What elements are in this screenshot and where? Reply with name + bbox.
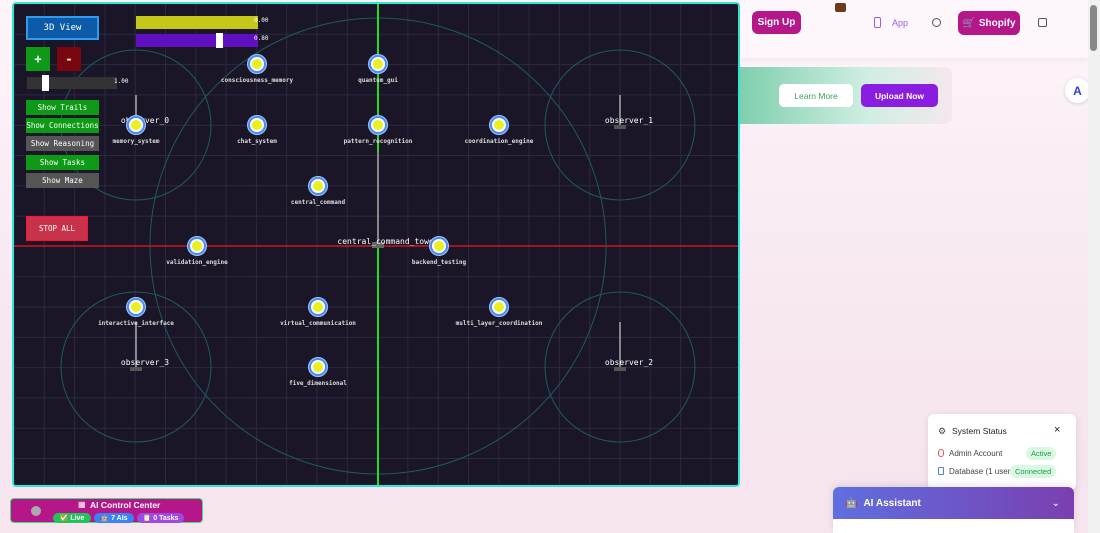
- toggle-show-reasoning[interactable]: Show Reasoning: [26, 136, 99, 152]
- stop-all-button[interactable]: STOP ALL: [26, 216, 88, 241]
- ai-control-center-bar[interactable]: ▦ AI Control Center ✅ Live 🤖 7 AIs 📋 0 T…: [10, 498, 203, 523]
- upload-now-button[interactable]: Upload Now: [861, 84, 938, 107]
- search-icon[interactable]: [932, 18, 941, 27]
- agent-label: chat_system: [237, 138, 277, 145]
- agent-label: interactive_interface: [98, 320, 174, 327]
- status-dot: [31, 506, 41, 516]
- tower-label: central_command_tower: [337, 237, 438, 246]
- shopify-label: Shopify: [978, 17, 1016, 29]
- agent-label: five_dimensional: [289, 380, 347, 387]
- slider-yellow-value: 0.00: [254, 17, 269, 24]
- agent-label: virtual_communication: [280, 320, 356, 327]
- agent-label: multi_layer_coordination: [456, 320, 543, 327]
- ai-assistant-header[interactable]: 🤖 AI Assistant ⌄: [833, 487, 1074, 519]
- toggle-show-connections[interactable]: Show Connections: [26, 118, 99, 134]
- hero-banner: Learn More Upload Now: [740, 67, 952, 124]
- observer-base: [614, 367, 626, 371]
- site-header: Sign Up App 🛒 Shopify: [740, 0, 1088, 58]
- gear-icon: ⚙: [938, 426, 947, 436]
- agent-node-core: [373, 120, 383, 130]
- slider-purple-thumb[interactable]: [215, 33, 223, 48]
- agent-node-core: [434, 241, 444, 251]
- live-badge: ✅ Live: [53, 513, 91, 523]
- agent-node-core: [373, 59, 383, 69]
- agent-node-core: [494, 302, 504, 312]
- observer-label: observer_1: [605, 116, 653, 125]
- agent-node-core: [313, 362, 323, 372]
- scene-svg: observer_0 observer_1observer_2observer_3…: [14, 4, 738, 485]
- zoom-in-button[interactable]: +: [26, 47, 50, 71]
- learn-more-button[interactable]: Learn More: [779, 84, 853, 107]
- observer-base: [130, 367, 142, 371]
- cart-icon: 🛒: [962, 17, 975, 29]
- zoom-slider[interactable]: [27, 75, 117, 91]
- agent-label: coordination_engine: [465, 138, 534, 145]
- agent-label: memory_system: [113, 138, 160, 145]
- status-row-label: Admin Account: [949, 449, 1003, 458]
- zoom-out-button[interactable]: -: [57, 47, 81, 71]
- system-status-panel: ⚙ System Status × Admin Account Active D…: [928, 414, 1076, 490]
- tasks-label: 0 Tasks: [153, 514, 179, 522]
- status-badge: Active: [1026, 447, 1057, 460]
- observer-label: observer_3: [121, 358, 169, 367]
- scrollbar-thumb[interactable]: [1090, 5, 1097, 51]
- app-link[interactable]: App: [892, 18, 908, 28]
- toggle-show-tasks[interactable]: Show Tasks: [26, 154, 99, 170]
- slider-purple[interactable]: [136, 33, 258, 48]
- chevron-down-icon[interactable]: ⌄: [1052, 498, 1060, 509]
- phone-icon[interactable]: [874, 17, 881, 28]
- sign-up-button[interactable]: Sign Up: [752, 11, 801, 34]
- slider-purple-value: 0.80: [254, 35, 269, 42]
- agent-label: validation_engine: [166, 259, 228, 266]
- agent-label: central_command: [291, 199, 346, 206]
- toggle-show-maze[interactable]: Show Maze: [26, 172, 99, 188]
- agent-node-core: [252, 59, 262, 69]
- 3d-view-button[interactable]: 3D View: [26, 16, 99, 40]
- agent-node-core: [252, 120, 262, 130]
- zoom-value: 1.00: [114, 78, 129, 85]
- agent-label: pattern_recognition: [344, 138, 413, 145]
- zoom-slider-thumb[interactable]: [42, 75, 49, 91]
- control-center-title: AI Control Center: [90, 500, 161, 510]
- agent-visualization-canvas[interactable]: observer_0 observer_1 observer_2 observer_3…: [12, 2, 740, 487]
- slider-yellow[interactable]: [136, 16, 258, 29]
- status-row-label: Database (1 users): [949, 467, 1018, 476]
- ai-logo-icon[interactable]: A: [1065, 78, 1090, 103]
- database-icon: [938, 467, 944, 475]
- ais-badge: 🤖 7 AIs: [94, 513, 134, 523]
- bag-icon[interactable]: [1038, 18, 1047, 27]
- observer-base: [614, 125, 626, 129]
- agent-label: quantum_gui: [358, 77, 398, 84]
- live-label: Live: [70, 514, 85, 522]
- agent-node-core: [313, 181, 323, 191]
- shield-icon: [938, 449, 944, 457]
- ai-assistant-title: AI Assistant: [863, 497, 921, 509]
- grid-icon: ▦: [78, 500, 86, 509]
- robot-icon: 🤖: [845, 497, 858, 509]
- status-badge: Connected: [1010, 465, 1057, 478]
- agent-node-core: [192, 241, 202, 251]
- agent-node-core: [131, 302, 141, 312]
- toggle-show-trails[interactable]: Show Trails: [26, 100, 99, 115]
- shopify-button[interactable]: 🛒 Shopify: [958, 11, 1020, 35]
- close-icon[interactable]: ×: [1054, 424, 1060, 436]
- briefcase-icon: [835, 3, 846, 12]
- agent-node-core: [131, 120, 141, 130]
- agent-label: backend_testing: [412, 259, 467, 266]
- tasks-badge: 📋 0 Tasks: [137, 513, 184, 523]
- ais-label: 7 AIs: [111, 514, 128, 522]
- ai-assistant-panel[interactable]: 🤖 AI Assistant ⌄: [833, 487, 1074, 533]
- page-scrollbar[interactable]: [1088, 0, 1100, 533]
- agent-label: consciousness_memory: [221, 77, 294, 84]
- agent-node-core: [313, 302, 323, 312]
- status-title: System Status: [952, 426, 1007, 436]
- agent-node-core: [494, 120, 504, 130]
- observer-label: observer_2: [605, 358, 653, 367]
